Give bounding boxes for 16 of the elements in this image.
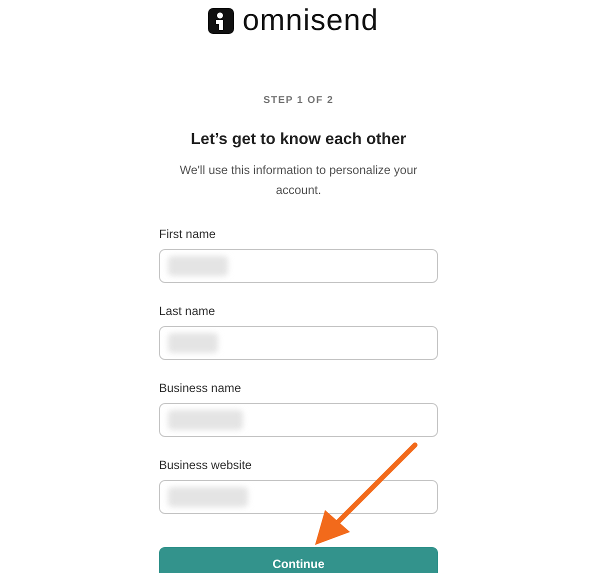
blurred-text bbox=[168, 256, 228, 276]
field-label: Last name bbox=[159, 304, 216, 318]
continue-button[interactable]: Continue bbox=[159, 547, 438, 573]
logo-icon bbox=[208, 8, 234, 34]
field-label: First name bbox=[159, 227, 217, 241]
input-field[interactable] bbox=[159, 403, 438, 437]
subtitle: We'll use this information to personalize your account. bbox=[178, 162, 418, 199]
input-field[interactable] bbox=[159, 480, 438, 514]
field-label: Business website bbox=[159, 458, 253, 472]
heading: Let’s get to know each other bbox=[190, 130, 406, 150]
step-indicator: STEP 1 OF 2 bbox=[263, 94, 334, 108]
input-field[interactable] bbox=[159, 326, 438, 360]
blurred-text bbox=[168, 333, 218, 353]
input-field[interactable] bbox=[159, 249, 438, 283]
field-label: Business name bbox=[159, 381, 242, 395]
brand-name: omnisend bbox=[242, 5, 379, 37]
